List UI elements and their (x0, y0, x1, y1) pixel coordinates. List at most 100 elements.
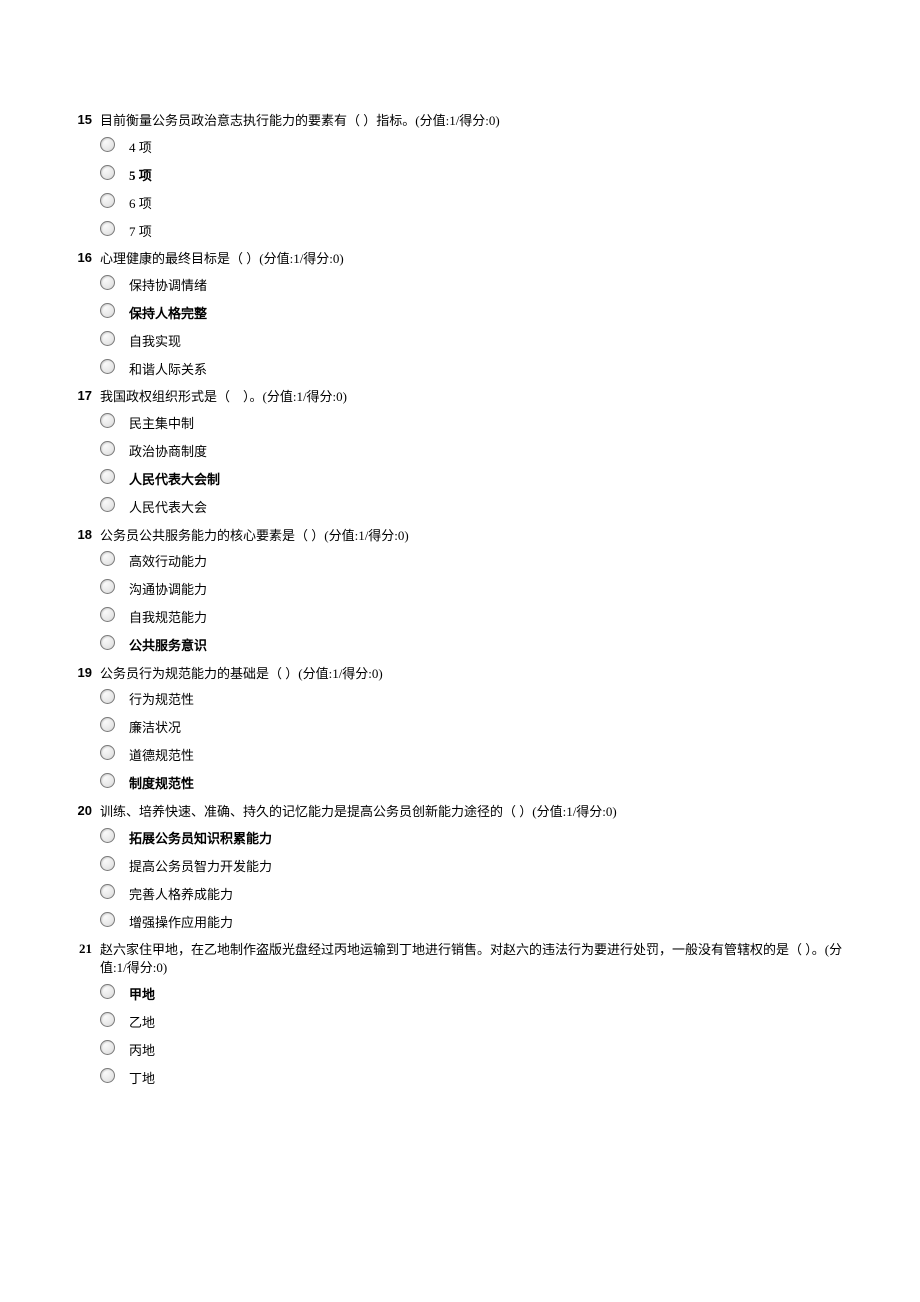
option-row: 廉洁状况 (100, 711, 860, 739)
option-label: 5 项 (129, 161, 152, 184)
option-label: 沟通协调能力 (129, 575, 207, 598)
option-row: 保持人格完整 (100, 296, 860, 324)
option-label: 甲地 (129, 980, 155, 1003)
radio-icon[interactable] (100, 275, 115, 290)
radio-icon[interactable] (100, 828, 115, 843)
question-row: 21赵六家住甲地，在乙地制作盗版光盘经过丙地运输到丁地进行销售。对赵六的违法行为… (60, 939, 860, 977)
option-label: 公共服务意识 (129, 631, 207, 654)
question-number: 21 (60, 939, 100, 957)
option-label: 7 项 (129, 217, 152, 240)
question-number: 18 (60, 525, 100, 542)
question-row: 20训练、培养快速、准确、持久的记忆能力是提高公务员创新能力途径的（ ）(分值:… (60, 801, 860, 821)
option-row: 人民代表大会 (100, 491, 860, 519)
option-label: 保持人格完整 (129, 299, 207, 322)
option-row: 丙地 (100, 1034, 860, 1062)
option-row: 沟通协调能力 (100, 573, 860, 601)
options-list: 4 项5 项6 项7 项 (100, 130, 860, 242)
radio-icon[interactable] (100, 717, 115, 732)
question-row: 19公务员行为规范能力的基础是（ ）(分值:1/得分:0) (60, 663, 860, 683)
question: 17我国政权组织形式是（ ）。(分值:1/得分:0)民主集中制政治协商制度人民代… (60, 386, 860, 518)
radio-icon[interactable] (100, 1068, 115, 1083)
option-row: 乙地 (100, 1006, 860, 1034)
question: 18公务员公共服务能力的核心要素是（ ）(分值:1/得分:0)高效行动能力沟通协… (60, 525, 860, 657)
question-text: 心理健康的最终目标是（ ）(分值:1/得分:0) (100, 248, 860, 268)
option-label: 道德规范性 (129, 741, 194, 764)
question-number: 16 (60, 248, 100, 265)
question: 19公务员行为规范能力的基础是（ ）(分值:1/得分:0)行为规范性廉洁状况道德… (60, 663, 860, 795)
radio-icon[interactable] (100, 193, 115, 208)
option-row: 和谐人际关系 (100, 352, 860, 380)
radio-icon[interactable] (100, 137, 115, 152)
radio-icon[interactable] (100, 689, 115, 704)
radio-icon[interactable] (100, 745, 115, 760)
option-label: 增强操作应用能力 (129, 908, 233, 931)
radio-icon[interactable] (100, 359, 115, 374)
option-row: 政治协商制度 (100, 435, 860, 463)
radio-icon[interactable] (100, 1040, 115, 1055)
option-row: 拓展公务员知识积累能力 (100, 821, 860, 849)
option-label: 制度规范性 (129, 769, 194, 792)
question: 20训练、培养快速、准确、持久的记忆能力是提高公务员创新能力途径的（ ）(分值:… (60, 801, 860, 933)
option-row: 6 项 (100, 186, 860, 214)
option-row: 提高公务员智力开发能力 (100, 849, 860, 877)
options-list: 行为规范性廉洁状况道德规范性制度规范性 (100, 683, 860, 795)
option-label: 6 项 (129, 189, 152, 212)
option-label: 丙地 (129, 1036, 155, 1059)
question-number: 19 (60, 663, 100, 680)
option-row: 增强操作应用能力 (100, 905, 860, 933)
question-text: 赵六家住甲地，在乙地制作盗版光盘经过丙地运输到丁地进行销售。对赵六的违法行为要进… (100, 939, 860, 977)
radio-icon[interactable] (100, 984, 115, 999)
options-list: 拓展公务员知识积累能力提高公务员智力开发能力完善人格养成能力增强操作应用能力 (100, 821, 860, 933)
radio-icon[interactable] (100, 331, 115, 346)
option-row: 自我规范能力 (100, 601, 860, 629)
radio-icon[interactable] (100, 607, 115, 622)
question-row: 17我国政权组织形式是（ ）。(分值:1/得分:0) (60, 386, 860, 406)
radio-icon[interactable] (100, 469, 115, 484)
radio-icon[interactable] (100, 221, 115, 236)
question: 16心理健康的最终目标是（ ）(分值:1/得分:0) 保持协调情绪保持人格完整自我… (60, 248, 860, 380)
radio-icon[interactable] (100, 912, 115, 927)
option-label: 高效行动能力 (129, 547, 207, 570)
radio-icon[interactable] (100, 413, 115, 428)
question-number: 17 (60, 386, 100, 403)
question-number: 15 (60, 110, 100, 127)
option-label: 廉洁状况 (129, 713, 181, 736)
option-label: 和谐人际关系 (129, 355, 207, 378)
option-row: 民主集中制 (100, 407, 860, 435)
radio-icon[interactable] (100, 551, 115, 566)
radio-icon[interactable] (100, 165, 115, 180)
option-label: 自我实现 (129, 327, 181, 350)
option-label: 人民代表大会制 (129, 465, 220, 488)
question-text: 公务员公共服务能力的核心要素是（ ）(分值:1/得分:0) (100, 525, 860, 545)
option-label: 丁地 (129, 1064, 155, 1087)
option-label: 完善人格养成能力 (129, 880, 233, 903)
radio-icon[interactable] (100, 441, 115, 456)
radio-icon[interactable] (100, 884, 115, 899)
radio-icon[interactable] (100, 579, 115, 594)
radio-icon[interactable] (100, 1012, 115, 1027)
radio-icon[interactable] (100, 856, 115, 871)
option-row: 道德规范性 (100, 739, 860, 767)
options-list: 甲地乙地丙地丁地 (100, 978, 860, 1090)
question-text: 我国政权组织形式是（ ）。(分值:1/得分:0) (100, 386, 860, 406)
radio-icon[interactable] (100, 303, 115, 318)
question-row: 16心理健康的最终目标是（ ）(分值:1/得分:0) (60, 248, 860, 268)
option-row: 5 项 (100, 158, 860, 186)
option-row: 公共服务意识 (100, 629, 860, 657)
options-list: 高效行动能力沟通协调能力自我规范能力公共服务意识 (100, 545, 860, 657)
options-list: 民主集中制政治协商制度人民代表大会制人民代表大会 (100, 407, 860, 519)
option-row: 制度规范性 (100, 767, 860, 795)
option-label: 拓展公务员知识积累能力 (129, 824, 272, 847)
option-label: 人民代表大会 (129, 493, 207, 516)
question-text: 公务员行为规范能力的基础是（ ）(分值:1/得分:0) (100, 663, 860, 683)
radio-icon[interactable] (100, 497, 115, 512)
option-row: 甲地 (100, 978, 860, 1006)
question-row: 15目前衡量公务员政治意志执行能力的要素有（ ）指标。(分值:1/得分:0) (60, 110, 860, 130)
option-label: 保持协调情绪 (129, 271, 207, 294)
option-row: 行为规范性 (100, 683, 860, 711)
option-row: 7 项 (100, 214, 860, 242)
radio-icon[interactable] (100, 635, 115, 650)
radio-icon[interactable] (100, 773, 115, 788)
question-text: 目前衡量公务员政治意志执行能力的要素有（ ）指标。(分值:1/得分:0) (100, 110, 860, 130)
option-row: 自我实现 (100, 324, 860, 352)
